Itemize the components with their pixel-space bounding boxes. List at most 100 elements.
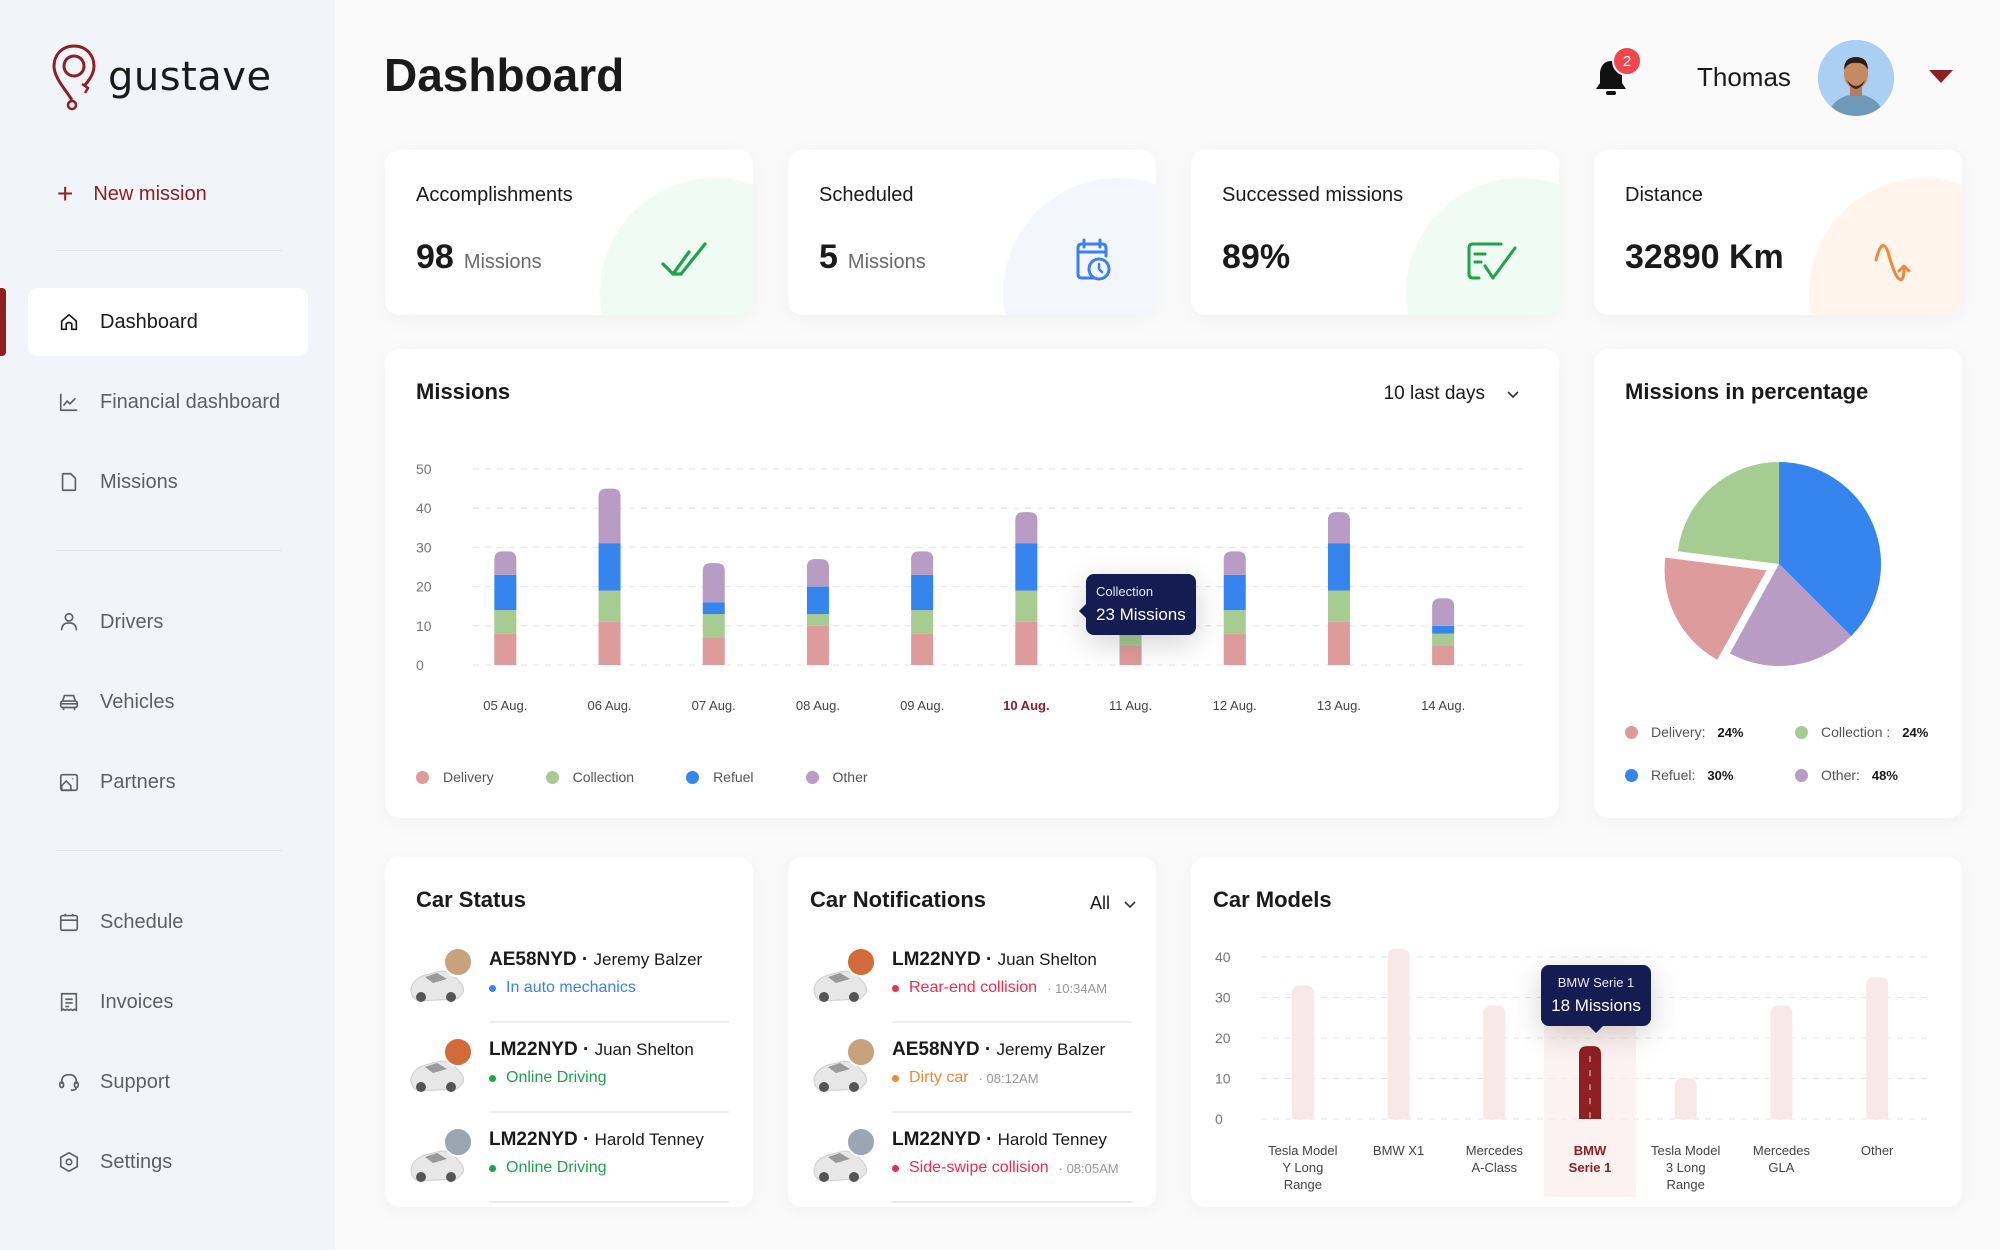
sidebar-item-label: Schedule	[100, 910, 184, 933]
sidebar-item-schedule[interactable]: Schedule	[28, 888, 308, 956]
bar-segment-other[interactable]	[1015, 512, 1038, 544]
bar-segment-other[interactable]	[1327, 512, 1350, 544]
bar-segment-collection[interactable]	[494, 610, 517, 634]
sidebar-item-label: Missions	[100, 470, 178, 493]
legend-dot	[1625, 725, 1638, 739]
car-models-title: Car Models	[1213, 887, 1332, 912]
bar-segment-delivery[interactable]	[1432, 645, 1455, 665]
stat-card-successed-missions: Successed missions 89%	[1191, 150, 1559, 315]
bar[interactable]	[1674, 1078, 1697, 1120]
legend-other[interactable]: Other	[805, 769, 868, 785]
bar-segment-collection[interactable]	[911, 610, 934, 634]
item-title: LM22NYD · Harold Tenney	[489, 1129, 704, 1150]
bar-segment-delivery[interactable]	[911, 633, 934, 665]
bar-segment-delivery[interactable]	[1119, 645, 1142, 665]
bar-segment-delivery[interactable]	[1327, 621, 1350, 665]
bar[interactable]	[1770, 1005, 1793, 1119]
sidebar-item-dashboard[interactable]: Dashboard	[28, 288, 308, 356]
bar-segment-collection[interactable]	[1327, 590, 1350, 622]
stat-number: 98	[416, 238, 454, 276]
list-item[interactable]: LM22NYD · Harold Tenney Side-swipe colli…	[810, 1127, 1132, 1207]
brand-logo[interactable]: gustave	[50, 42, 272, 112]
bar-segment-refuel[interactable]	[494, 574, 517, 611]
sidebar-item-invoices[interactable]: Invoices	[28, 968, 308, 1036]
sidebar-item-missions[interactable]: Missions	[28, 448, 308, 516]
item-body: LM22NYD · Juan Shelton Rear-end collisio…	[892, 947, 1132, 1023]
sidebar-item-partners[interactable]: Partners	[28, 748, 308, 816]
pie-legend: Delivery: 24% Collection :24% Refuel: 30% …	[1625, 724, 1962, 783]
bar[interactable]	[1483, 1005, 1506, 1119]
list-item[interactable]: LM22NYD · Juan Shelton Online Driving	[407, 1037, 729, 1127]
bar-segment-other[interactable]	[702, 563, 725, 603]
legend-delivery[interactable]: Delivery	[416, 769, 494, 785]
car-status-card: Car Status AE58NYD · Jeremy Balzer In au…	[385, 857, 753, 1207]
bar[interactable]	[1866, 977, 1889, 1119]
legend-label: Collection :	[1821, 724, 1891, 740]
bar-segment-collection[interactable]	[1015, 590, 1038, 622]
bar-segment-other[interactable]	[494, 551, 517, 575]
notifications-filter-dropdown[interactable]: All	[1090, 893, 1136, 914]
bar[interactable]	[1291, 985, 1314, 1119]
bar-segment-refuel[interactable]	[1015, 543, 1038, 591]
pie-legend-delivery: Delivery: 24%	[1625, 724, 1795, 740]
bar-segment-other[interactable]	[806, 559, 829, 587]
bar[interactable]	[1387, 948, 1410, 1119]
tooltip-label: BMW Serie 1	[1557, 975, 1635, 990]
bar-segment-other[interactable]	[1223, 551, 1246, 575]
pie-slice-collection[interactable]	[1677, 462, 1779, 564]
bar-segment-delivery[interactable]	[494, 633, 517, 665]
bar-segment-collection[interactable]	[806, 614, 829, 626]
bar-segment-delivery[interactable]	[598, 621, 621, 665]
sidebar-item-financial-dashboard[interactable]: Financial dashboard	[28, 368, 308, 436]
bar-segment-collection[interactable]	[1223, 610, 1246, 634]
bar-segment-collection[interactable]	[1432, 633, 1455, 646]
item-status: Rear-end collision · 10:34AM	[892, 979, 1132, 997]
sidebar-item-vehicles[interactable]: Vehicles	[28, 668, 308, 736]
bar-segment-refuel[interactable]	[598, 543, 621, 591]
status-text: Side-swipe collision	[909, 1159, 1049, 1176]
sidebar-item-settings[interactable]: Settings	[28, 1128, 308, 1196]
timestamp: · 10:34AM	[1047, 980, 1108, 996]
stat-card-accomplishments: Accomplishments 98 Missions	[385, 150, 753, 315]
legend-collection[interactable]: Collection	[545, 769, 634, 785]
legend-percent: 24%	[1717, 724, 1744, 740]
missions-stacked-bar-chart: 0 10 20 30 40 50 05 Aug. 06 Aug. 07 Aug. 08 Aug. 0…	[416, 461, 1525, 713]
list-item[interactable]: AE58NYD · Jeremy Balzer In auto mechanic…	[407, 947, 729, 1037]
bar-segment-delivery[interactable]	[1015, 621, 1038, 665]
bar-segment-refuel[interactable]	[1327, 543, 1350, 591]
stat-unit: Missions	[847, 251, 926, 273]
list-item[interactable]: LM22NYD · Harold Tenney Online Driving	[407, 1127, 729, 1207]
sidebar-item-support[interactable]: Support	[28, 1048, 308, 1116]
sidebar-item-label: Invoices	[100, 990, 174, 1013]
bar-segment-collection[interactable]	[702, 614, 725, 638]
new-mission-button[interactable]: + New mission	[57, 180, 207, 208]
list-item[interactable]: AE58NYD · Jeremy Balzer Dirty car · 08:1…	[810, 1037, 1132, 1127]
range-dropdown[interactable]: 10 last days	[1384, 383, 1519, 405]
avatar[interactable]	[1818, 40, 1894, 116]
bar-segment-delivery[interactable]	[702, 637, 725, 665]
car-models-tooltip: BMW Serie 1 18 Missions	[1541, 965, 1651, 1033]
bar-segment-refuel[interactable]	[1223, 574, 1246, 611]
bar-segment-delivery[interactable]	[806, 625, 829, 665]
y-tick-label: 40	[1215, 949, 1231, 965]
bar-segment-collection[interactable]	[598, 590, 621, 622]
user-menu-caret-icon[interactable]	[1929, 70, 1953, 83]
pie-legend-collection: Collection : 24%	[1795, 724, 1962, 740]
bar-segment-other[interactable]	[598, 488, 621, 544]
legend-label: Refuel:	[1651, 767, 1696, 783]
bar-segment-refuel[interactable]	[1432, 625, 1455, 634]
sidebar-item-drivers[interactable]: Drivers	[28, 588, 308, 656]
bar-segment-other[interactable]	[1432, 598, 1455, 626]
car-notifications-list: LM22NYD · Juan Shelton Rear-end collisio…	[810, 947, 1132, 1207]
bar-segment-other[interactable]	[911, 551, 934, 575]
legend-refuel[interactable]: Refuel	[686, 769, 754, 785]
user-name[interactable]: Thomas	[1697, 62, 1791, 93]
list-item[interactable]: LM22NYD · Juan Shelton Rear-end collisio…	[810, 947, 1132, 1037]
bar-segment-delivery[interactable]	[1223, 633, 1246, 665]
bar-segment-refuel[interactable]	[702, 602, 725, 615]
bar-segment-refuel[interactable]	[911, 574, 934, 611]
settings-icon	[58, 1151, 80, 1173]
tooltip-value: 18 Missions	[1551, 996, 1641, 1015]
driver-avatar	[846, 947, 876, 977]
bar-segment-refuel[interactable]	[806, 586, 829, 615]
